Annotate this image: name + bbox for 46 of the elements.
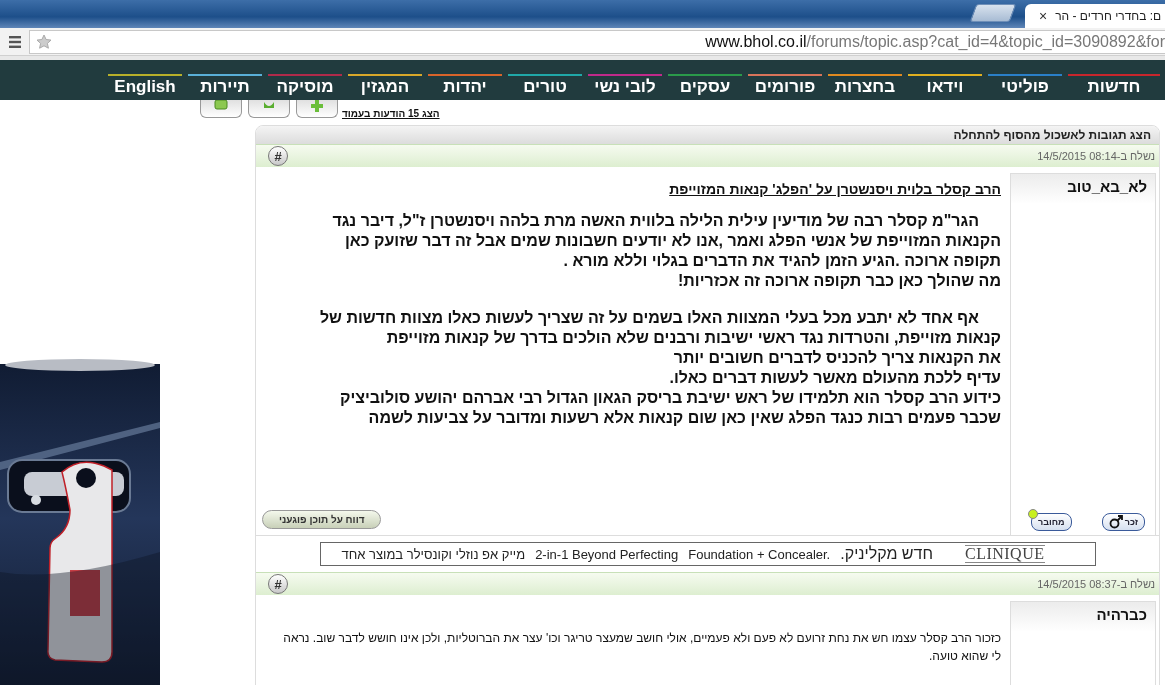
nav-link[interactable]: המגזין [348, 74, 422, 97]
nav-link[interactable]: פורומים [748, 74, 822, 97]
author-name[interactable]: לא_בא_טוב [1011, 174, 1155, 195]
nav-link[interactable]: English [108, 74, 182, 97]
author-name[interactable]: כברהיה [1011, 602, 1155, 623]
nav-link[interactable]: מוסיקה [268, 74, 342, 97]
browser-tab[interactable]: × ם: בחדרי חרדים - הר [1025, 4, 1165, 28]
nav-link[interactable]: תיירות [188, 74, 262, 97]
male-symbol-icon [1108, 515, 1123, 529]
post-paragraph: כזכור הרב קסלר עצמו חש את נחת זרועם לא פעם ולא פעמיים, אולי חושב שמעצר טריגר וכו' עצר את הברוטליות, ולכן אינו חושש לדבר שוב. נראה לי שהוא טועה. [282, 630, 1001, 665]
permalink-button[interactable]: # [268, 146, 288, 166]
nav-link[interactable]: יהדות [428, 74, 502, 97]
url-text: www.bhol.co.il/forums/topic.asp?cat_id=4&topic_id=3090892&for [705, 32, 1165, 51]
page-size-link[interactable]: הצג 15 הודעות בעמוד [342, 108, 440, 119]
nav-link[interactable]: לובי נשי [588, 74, 662, 97]
menu-icon[interactable] [9, 35, 23, 48]
nav-link[interactable]: פוליטי [988, 74, 1062, 97]
gender-badge: זכר [1101, 513, 1145, 531]
post-paragraph: הגר"מ קסלר רבה של מודיעין עילית הלילה בלווית האשה מרת בלהה ויסנשטרן ז"ל, דיבר נגד הקנאות המזוייפת של אנשי הפלג ואמר ,אנו לא יודעים חשבונות שמים אבל זה דבר שזועק כאן תקופה ארוכה .הגיע הזמן להגיד את הדברים בגלוי וללא מורא . מה שהולך כאן כבר תקופה ארוכה זה אכזריות! [331, 211, 1001, 291]
plus-icon [309, 100, 325, 112]
new-tab-button[interactable] [969, 4, 1017, 22]
post-title: הרב קסלר בלוית ויסנשטרן על 'הפלג' קנאות המזוייפת [668, 181, 1001, 197]
toolbar-button[interactable] [296, 100, 338, 118]
bookmark-star-icon[interactable] [36, 33, 52, 50]
ad-text: Foundation + Concealer. [688, 546, 831, 562]
nav-link[interactable]: חדשות [1068, 74, 1160, 97]
nav-link[interactable]: בחצרות [828, 74, 902, 97]
toolbar-button[interactable] [200, 100, 242, 118]
brand-logo: CLINIQUE [964, 545, 1045, 563]
ad-text: מייק אפ נוזלי וקונסילר במוצר אחד [341, 546, 526, 562]
post-date: נשלח ב-08:14 14/5/2015 [1037, 150, 1155, 162]
report-button[interactable]: דווח על תוכן פוגעני [262, 510, 382, 529]
post-date: נשלח ב-08:37 14/5/2015 [1037, 578, 1155, 590]
ad-text: חדש מקליניק. [840, 545, 933, 563]
permalink-button[interactable]: # [268, 574, 288, 594]
ad-text: 2-in-1 Beyond Perfecting [535, 546, 679, 562]
close-tab-button[interactable]: × [1039, 8, 1048, 24]
nav-link[interactable]: טורים [508, 74, 582, 97]
tab-title: ם: בחדרי חרדים - הר [1055, 9, 1163, 23]
post-paragraph: אף אחד לא יתבע מכל בעלי המצוות האלו בשמים על זה שצריך לעשות כאלו מצוות חדשות של קנאות מזוייפת, והטרדות נגד ראשי ישיבות ורבנים שלא הולכים בדרך של קנאות מזוייפת את הקנאות צריך להכניס לדברים חשובים יותר עדיף ללכת מהעולם מאשר לעשות דברים כאלו. כידוע הרב קסלר הוא תלמידו של ראש ישיבת בריסק הגאון הגדול רבי אברהם יהושע סולוביציק שכבר פעמים רבות כנגד הפלג שאין כאן שום קנאות אלא רשעות ומדובר על צביעות לשמה [318, 308, 1001, 428]
address-bar[interactable]: www.bhol.co.il/forums/topic.asp?cat_id=4&topic_id=3090892&for [29, 29, 1165, 54]
nav-link[interactable]: וידאו [908, 74, 982, 97]
sort-order-link[interactable]: הצג תגובות לאשכול מהסוף להתחלה [256, 126, 1159, 144]
note-icon [213, 100, 229, 112]
nav-link[interactable]: עסקים [668, 74, 742, 97]
toolbar-button[interactable] [248, 100, 290, 118]
